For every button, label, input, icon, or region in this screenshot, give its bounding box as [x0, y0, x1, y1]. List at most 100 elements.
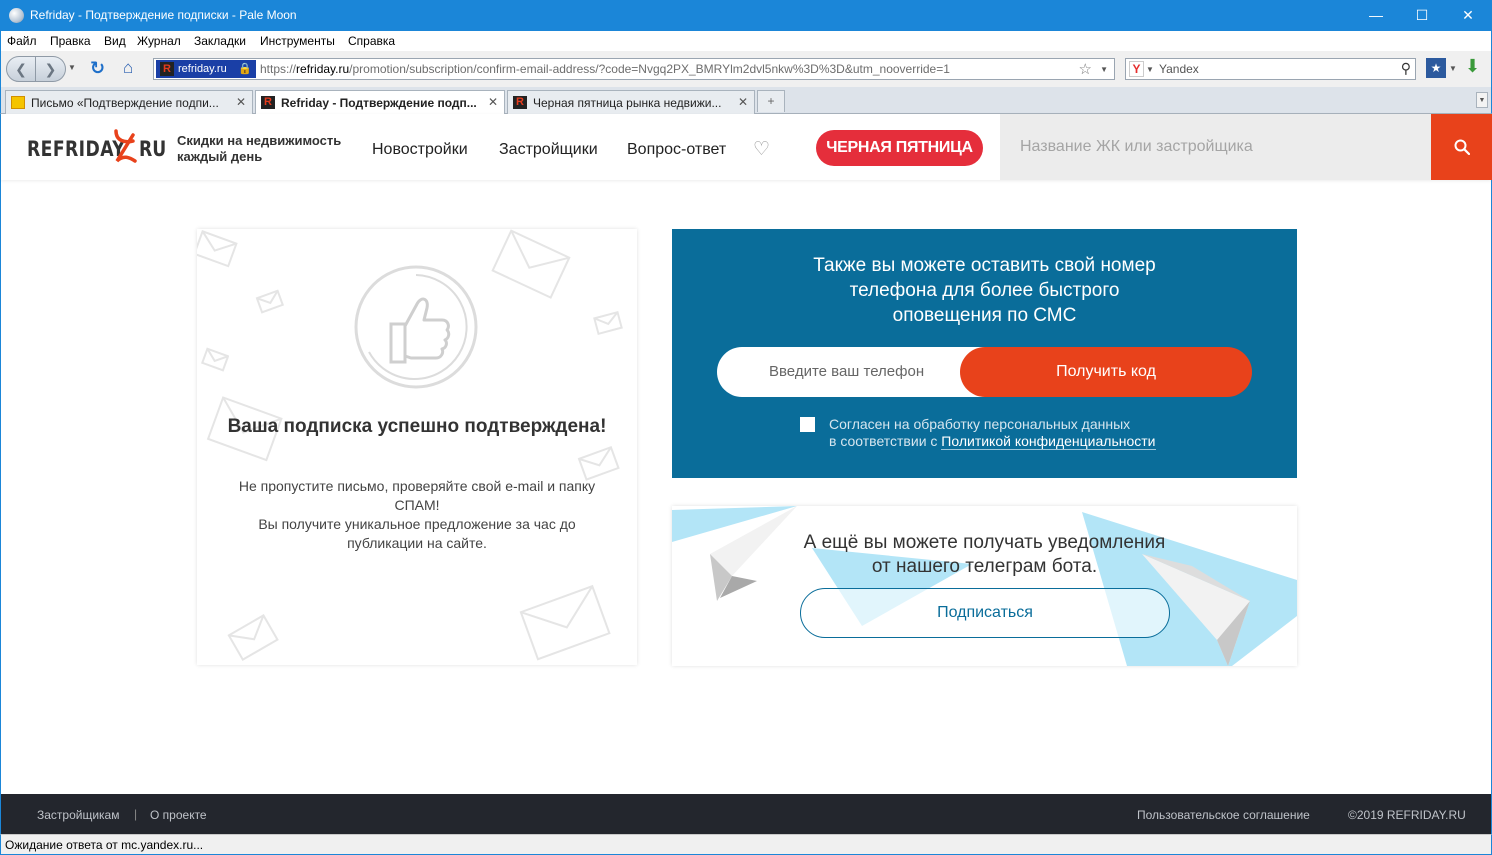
forward-button[interactable]: ❯ — [36, 56, 66, 82]
maximize-button[interactable]: ☐ — [1399, 0, 1445, 31]
minimize-button[interactable]: — — [1353, 0, 1399, 31]
subscribe-button[interactable]: Подписаться — [800, 588, 1170, 638]
home-icon[interactable]: ⌂ — [123, 58, 133, 78]
site-footer: Застройщикам | О проекте Пользовательско… — [1, 794, 1491, 836]
menu-edit[interactable]: Правка — [50, 34, 91, 48]
history-dropdown-icon[interactable]: ▼ — [68, 63, 76, 72]
tab-list-dropdown-icon[interactable]: ▼ — [1476, 92, 1488, 108]
logo-domain: RU — [139, 137, 167, 161]
consent-text: Согласен на обработку персональных данны… — [829, 416, 1156, 450]
thumbs-up-icon — [354, 265, 478, 389]
logo-text: REFRIDAY — [27, 137, 126, 161]
confirmation-spam-note: Не пропустите письмо, проверяйте свой e-… — [238, 478, 596, 513]
bookmarks-menu-icon[interactable]: ★ — [1426, 58, 1446, 78]
telegram-card-title: А ещё вы можете получать уведомления от … — [803, 532, 1166, 577]
sms-subscription-card: Также вы можете оставить свой номер теле… — [672, 229, 1297, 478]
url-path: /promotion/subscription/confirm-email-ad… — [349, 62, 950, 76]
get-code-button[interactable]: Получить код — [960, 347, 1252, 397]
paper-plane-decor-icon — [672, 506, 1297, 666]
refriday-icon: R — [513, 96, 527, 109]
tab-mail[interactable]: Письмо «Подтверждение подпи... ✕ — [5, 90, 253, 114]
search-icon[interactable]: ⚲ — [1401, 60, 1411, 77]
downloads-icon[interactable]: ⬇ — [1465, 56, 1480, 77]
site-search-button[interactable] — [1431, 114, 1492, 180]
tab-refriday-confirm[interactable]: R Refriday - Подтверждение подп... ✕ — [255, 90, 505, 115]
envelope-decor-icon — [519, 584, 611, 661]
close-tab-icon[interactable]: ✕ — [236, 91, 246, 113]
tab-black-friday[interactable]: R Черная пятница рынка недвижи... ✕ — [507, 90, 755, 114]
footer-about-link[interactable]: О проекте — [150, 808, 207, 822]
confirmation-description: Не пропустите письмо, проверяйте свой e-… — [237, 477, 597, 553]
page-content: REFRIDAY RU Скидки на недвижимость кажды… — [0, 114, 1492, 855]
site-header: REFRIDAY RU Скидки на недвижимость кажды… — [1, 114, 1492, 180]
yandex-icon[interactable]: Y — [1129, 61, 1144, 77]
footer-agreement-link[interactable]: Пользовательское соглашение — [1137, 808, 1310, 822]
privacy-policy-link[interactable]: Политикой конфиденциальности — [941, 433, 1156, 450]
nav-faq[interactable]: Вопрос-ответ — [627, 141, 726, 159]
menu-file[interactable]: Файл — [7, 34, 37, 48]
close-tab-icon[interactable]: ✕ — [488, 91, 498, 113]
envelope-decor-icon — [593, 310, 623, 336]
back-button[interactable]: ❮ — [6, 56, 36, 82]
tab-bar: Письмо «Подтверждение подпи... ✕ R Refri… — [0, 87, 1492, 115]
search-engine-label[interactable]: Yandex — [1159, 62, 1199, 76]
consent-line-1: Согласен на обработку персональных данны… — [829, 416, 1131, 432]
confirmation-offer-note: Вы получите уникальное предложение за ча… — [258, 516, 576, 551]
consent-line-2: в соответствии с — [829, 433, 942, 449]
tab-label: Черная пятница рынка недвижи... — [533, 96, 722, 110]
bookmark-star-icon[interactable]: ☆ — [1079, 60, 1092, 78]
tab-label: Refriday - Подтверждение подп... — [281, 96, 477, 110]
menu-help[interactable]: Справка — [348, 34, 395, 48]
envelope-decor-icon — [227, 614, 279, 661]
close-button[interactable]: ✕ — [1445, 0, 1491, 31]
site-identity-button[interactable]: Rrefriday.ru 🔒 — [156, 60, 256, 78]
mail-icon — [11, 96, 25, 109]
envelope-decor-icon — [255, 289, 285, 314]
status-bar: Ожидание ответа от mc.yandex.ru... — [0, 834, 1492, 855]
refriday-icon: R — [261, 96, 275, 109]
sms-card-title: Также вы можете оставить свой номер теле… — [813, 255, 1156, 326]
site-search-input[interactable]: Название ЖК или застройщика — [1000, 114, 1431, 180]
footer-copyright: ©2019 REFRIDAY.RU — [1348, 808, 1466, 822]
site-search-placeholder: Название ЖК или застройщика — [1020, 138, 1253, 155]
status-text: Ожидание ответа от mc.yandex.ru... — [5, 838, 204, 852]
url-dropdown-icon[interactable]: ▼ — [1100, 65, 1108, 74]
menu-bookmarks[interactable]: Закладки — [194, 34, 246, 48]
menubar: Файл Правка Вид Журнал Закладки Инструме… — [0, 31, 1492, 51]
url-scheme: https:// — [260, 62, 297, 76]
subscription-confirmed-card: Ваша подписка успешно подтверждена! Не п… — [197, 229, 637, 665]
confirmation-title: Ваша подписка успешно подтверждена! — [227, 416, 607, 437]
search-icon — [1454, 139, 1470, 155]
lock-icon: 🔒 — [238, 63, 252, 75]
nav-developers[interactable]: Застройщики — [499, 141, 598, 159]
window-titlebar: Refriday - Подтверждение подписки - Pale… — [0, 0, 1492, 31]
envelope-decor-icon — [197, 230, 238, 268]
search-engine-dropdown-icon[interactable]: ▼ — [1146, 65, 1154, 74]
telegram-bot-card: А ещё вы можете получать уведомления от … — [672, 506, 1297, 666]
reload-icon[interactable]: ↻ — [90, 58, 105, 79]
favorites-heart-icon[interactable]: ♡ — [753, 138, 770, 161]
url-bar[interactable]: Rrefriday.ru 🔒 https://refriday.ru/promo… — [153, 58, 1115, 80]
menu-tools[interactable]: Инструменты — [260, 34, 335, 48]
refriday-favicon: R — [160, 62, 174, 77]
navigation-toolbar: ❮ ❯ ▼ ↻ ⌂ Rrefriday.ru 🔒 https://refrida… — [0, 51, 1492, 87]
consent-checkbox[interactable] — [800, 417, 815, 432]
envelope-decor-icon — [491, 229, 571, 299]
menu-history[interactable]: Журнал — [137, 34, 181, 48]
bookmarks-dropdown-icon[interactable]: ▼ — [1449, 64, 1457, 73]
identity-label: refriday.ru — [178, 63, 227, 75]
footer-developers-link[interactable]: Застройщикам — [37, 808, 119, 822]
site-tagline: Скидки на недвижимость каждый день — [177, 133, 342, 164]
window-title: Refriday - Подтверждение подписки - Pale… — [30, 8, 297, 22]
nav-new-buildings[interactable]: Новостройки — [372, 141, 468, 159]
close-tab-icon[interactable]: ✕ — [738, 91, 748, 113]
envelope-decor-icon — [201, 347, 229, 372]
url-text[interactable]: https://refriday.ru/promotion/subscripti… — [260, 62, 950, 76]
palemoon-icon — [9, 8, 24, 23]
black-friday-button[interactable]: ЧЕРНАЯ ПЯТНИЦА — [816, 130, 983, 166]
logo-mark-icon — [114, 129, 137, 163]
footer-separator: | — [134, 807, 138, 821]
search-bar[interactable]: Y ▼ Yandex ⚲ — [1125, 58, 1416, 80]
menu-view[interactable]: Вид — [104, 34, 126, 48]
new-tab-button[interactable]: + — [757, 90, 785, 112]
